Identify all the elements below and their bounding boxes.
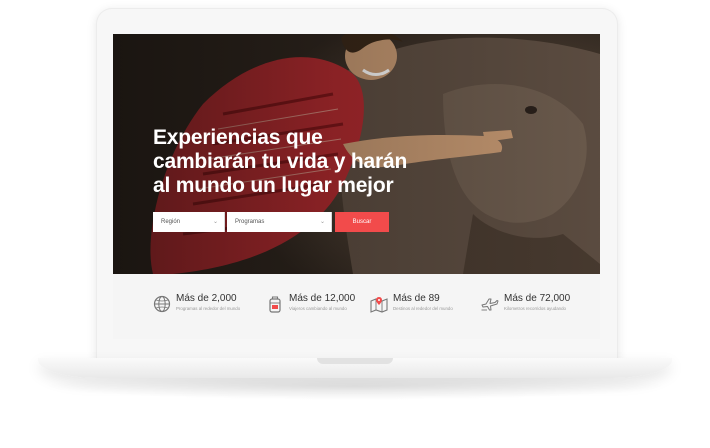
stats-bar: Más de 2,000 Programas al rededor del mu… [113,274,600,339]
stat-title: Más de 2,000 [176,293,237,304]
stat-programs: Más de 2,000 Programas al rededor del mu… [153,293,240,313]
headline-line-1: Experiencias que [153,126,323,149]
map-pin-icon [370,297,388,313]
headline-line-3: al mundo un lugar mejor [153,174,394,197]
stat-subtitle: Programas al rededor del mundo [176,306,241,311]
stat-travelers: Más de 12,000 Viajeros cambiando al mund… [266,293,355,313]
region-select-label: Región [161,219,181,225]
programs-select[interactable]: Programas ⌄ [227,212,332,232]
chevron-down-icon: ⌄ [319,219,325,225]
hero-section: Experiencias que cambiarán tu vida y har… [113,34,600,274]
airplane-icon [481,298,499,311]
stat-kilometers: Más de 72,000 Kilometros recorridos ayud… [481,293,570,313]
programs-select-label: Programas [235,219,265,225]
stat-title: Más de 12,000 [289,293,356,304]
stat-subtitle: Kilometros recorridos ayudando [504,306,566,311]
search-bar: Región ⌄ Programas ⌄ Buscar [153,212,389,232]
stat-destinations: Más de 89 Destinos al rededor del mundo [370,293,453,313]
stat-subtitle: Viajeros cambiando al mundo [289,306,347,311]
headline-line-2: cambiarán tu vida y harán [153,150,408,173]
search-button[interactable]: Buscar [335,212,389,232]
stat-title: Más de 72,000 [504,293,571,304]
laptop-screen: Experiencias que cambiarán tu vida y har… [113,34,600,339]
globe-icon [153,295,171,313]
laptop-notch [317,358,393,364]
backpack-icon [269,296,281,313]
hero-headline: Experiencias que cambiarán tu vida y har… [153,126,453,198]
stat-subtitle: Destinos al rededor del mundo [393,306,453,311]
chevron-down-icon: ⌄ [212,219,218,225]
stat-title: Más de 89 [393,293,440,304]
region-select[interactable]: Región ⌄ [153,212,225,232]
